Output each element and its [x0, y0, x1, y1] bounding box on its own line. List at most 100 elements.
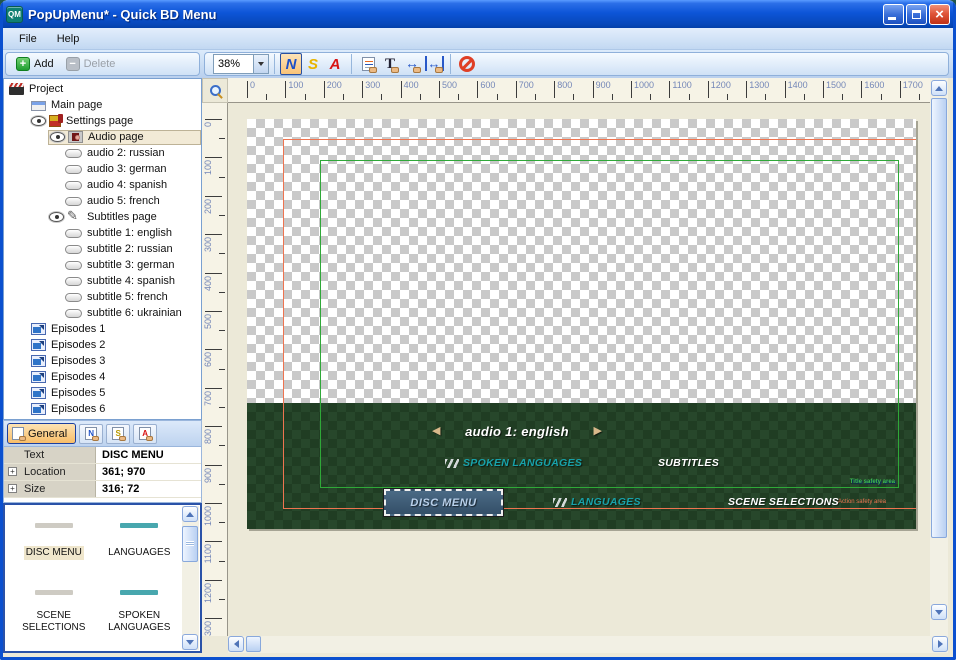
property-name: +Size — [4, 481, 96, 497]
tree-item[interactable]: subtitle 5: french — [4, 289, 201, 305]
tree-item[interactable]: subtitle 3: german — [4, 257, 201, 273]
tree-item[interactable]: Episodes 2 — [4, 337, 201, 353]
v-scroll-thumb[interactable] — [931, 98, 947, 538]
languages-button[interactable]: LANGUAGES — [553, 496, 641, 508]
tab-style-s[interactable]: S — [106, 424, 130, 444]
tree-item[interactable]: Episodes 5 — [4, 385, 201, 401]
tab-general[interactable]: General — [7, 423, 76, 444]
move-tool-button[interactable] — [401, 53, 423, 75]
tree-item[interactable]: audio 3: german — [4, 161, 201, 177]
app-logo-icon: QM — [6, 6, 23, 23]
gallery-scroll-thumb[interactable] — [182, 526, 198, 562]
ruler-tick — [343, 94, 344, 100]
ruler-tick — [205, 349, 222, 350]
forbid-button[interactable] — [456, 53, 478, 75]
tree-item[interactable]: subtitle 4: spanish — [4, 273, 201, 289]
resize-tool-button[interactable] — [423, 53, 445, 75]
tab-style-a[interactable]: A — [133, 424, 157, 444]
delete-button[interactable]: Delete — [60, 55, 122, 73]
ruler-tick — [205, 426, 222, 427]
scroll-down-button[interactable] — [931, 604, 947, 620]
tree-item[interactable]: Audio page — [4, 129, 201, 145]
audio-selector[interactable]: ◀ audio 1: english ▶ — [432, 422, 602, 440]
tree-item[interactable]: subtitle 2: russian — [4, 241, 201, 257]
tree-item[interactable]: subtitle 1: english — [4, 225, 201, 241]
visibility-eye-icon[interactable] — [49, 212, 64, 222]
edit-style-button[interactable] — [357, 53, 379, 75]
close-button[interactable] — [929, 4, 950, 25]
ruler-label: 100 — [203, 160, 213, 175]
canvas-vertical-scrollbar[interactable] — [930, 78, 948, 636]
expand-button[interactable]: + — [8, 484, 17, 493]
ruler-label: 500 — [203, 314, 213, 329]
minimize-button[interactable] — [883, 4, 904, 25]
paper-letter-icon: S — [112, 427, 124, 440]
scene-selections-button[interactable]: SCENE SELECTIONS — [728, 496, 839, 508]
ruler-tick — [804, 94, 805, 100]
gallery-item[interactable]: LANGUAGES — [97, 515, 183, 576]
tree-item-label: Audio page — [88, 131, 144, 143]
slashes-icon — [445, 459, 459, 468]
tree-item[interactable]: Project — [4, 81, 201, 97]
scroll-down-button[interactable] — [182, 634, 198, 650]
text-tool-button[interactable] — [379, 53, 401, 75]
maximize-button[interactable] — [906, 4, 927, 25]
scroll-up-button[interactable] — [182, 506, 198, 522]
tree-item[interactable]: Episodes 4 — [4, 369, 201, 385]
tree-item[interactable]: Episodes 1 — [4, 321, 201, 337]
gallery-item[interactable]: SCENE SELECTIONS — [11, 582, 97, 651]
ruler-label: 300 — [203, 237, 213, 252]
scroll-up-button[interactable] — [931, 80, 947, 96]
gallery-item[interactable]: DISC MENU — [11, 515, 97, 576]
disc-menu-button[interactable]: DISC MENU — [384, 489, 503, 516]
gallery-item[interactable]: SPOKEN LANGUAGES — [97, 582, 183, 651]
style-button-s[interactable]: S — [302, 53, 324, 75]
tree-item[interactable]: Episodes 3 — [4, 353, 201, 369]
ruler-tick — [746, 81, 747, 98]
visibility-eye-icon[interactable] — [31, 116, 46, 126]
canvas-viewport[interactable]: Action safety area Title safety area ◀ a… — [228, 103, 930, 636]
pill-icon — [65, 197, 82, 206]
ruler-tick — [205, 618, 222, 619]
pill-icon — [65, 245, 82, 254]
tab-style-n[interactable]: N — [79, 424, 103, 444]
tree-item[interactable]: audio 4: spanish — [4, 177, 201, 193]
expand-button[interactable]: + — [8, 467, 17, 476]
canvas-horizontal-scrollbar[interactable] — [228, 636, 948, 653]
style-button-a[interactable]: A — [324, 53, 346, 75]
spoken-languages-button[interactable]: SPOKEN LANGUAGES — [445, 457, 582, 469]
scroll-right-button[interactable] — [932, 636, 948, 652]
property-value[interactable]: 316; 72 — [96, 483, 201, 495]
prev-arrow-icon[interactable]: ◀ — [432, 426, 440, 437]
tree-item[interactable]: subtitle 6: ukrainian — [4, 305, 201, 321]
menu-help[interactable]: Help — [49, 30, 92, 48]
tree-item[interactable]: Episodes 6 — [4, 401, 201, 417]
tree-item[interactable]: audio 2: russian — [4, 145, 201, 161]
gallery-scrollbar[interactable] — [182, 506, 199, 650]
property-value[interactable]: 361; 970 — [96, 466, 201, 478]
h-scroll-thumb[interactable] — [246, 636, 261, 652]
visibility-eye-icon[interactable] — [50, 132, 65, 142]
tree-item[interactable]: Subtitles page — [4, 209, 201, 225]
ruler-tick — [219, 215, 225, 216]
zoom-dropdown-icon[interactable] — [253, 55, 268, 73]
property-value[interactable]: DISC MENU — [96, 449, 201, 461]
zoom-combobox[interactable]: 38% — [213, 54, 269, 74]
tree-item[interactable]: audio 5: french — [4, 193, 201, 209]
ruler-tick — [219, 599, 225, 600]
add-button[interactable]: Add — [10, 55, 60, 73]
tree-item[interactable]: Settings page — [4, 113, 201, 129]
ruler-tick — [205, 234, 222, 235]
menu-file[interactable]: File — [11, 30, 49, 48]
tree-item[interactable]: Main page — [4, 97, 201, 113]
audio-selector-text[interactable]: audio 1: english — [465, 424, 569, 439]
ruler-tick — [219, 407, 225, 408]
artboard[interactable]: Action safety area Title safety area ◀ a… — [247, 119, 916, 529]
subtitles-button[interactable]: SUBTITLES — [658, 457, 719, 469]
next-arrow-icon[interactable]: ▶ — [594, 426, 602, 437]
tree-item-label: audio 4: spanish — [87, 179, 167, 191]
scroll-left-button[interactable] — [228, 636, 244, 652]
magnifier-icon[interactable] — [210, 85, 221, 96]
style-button-n[interactable]: N — [280, 53, 302, 75]
languages-label: LANGUAGES — [571, 496, 641, 508]
